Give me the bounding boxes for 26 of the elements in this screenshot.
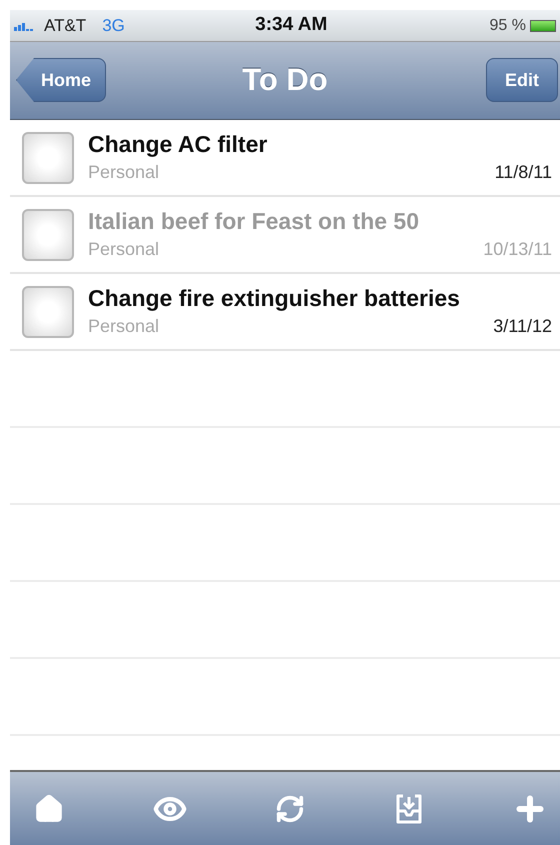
tray-download-icon (394, 792, 424, 824)
task-category: Personal (88, 315, 160, 338)
edit-button[interactable]: Edit (486, 58, 558, 102)
task-date: 3/11/12 (493, 315, 552, 338)
screen-title: To Do (242, 61, 328, 100)
task-checkbox[interactable] (22, 208, 74, 260)
task-checkbox[interactable] (22, 132, 74, 184)
task-category: Personal (88, 238, 160, 261)
task-category: Personal (88, 161, 160, 184)
task-row[interactable]: Change AC filter Personal 11/8/11 (10, 120, 560, 197)
task-row[interactable]: Change fire extinguisher batteries Personal 3/11/12 (10, 274, 560, 351)
carrier-name: AT&T (44, 14, 86, 37)
battery-percent: 95 % (490, 16, 526, 36)
task-date: 10/13/11 (483, 238, 552, 261)
home-icon[interactable] (34, 794, 64, 824)
refresh-icon[interactable] (275, 794, 305, 824)
back-button[interactable]: Home (16, 58, 106, 102)
network-type: 3G (102, 14, 125, 37)
task-row[interactable]: Italian beef for Feast on the 50 Personal 10/13/11 (10, 197, 560, 274)
clock: 3:34 AM (255, 13, 328, 38)
task-title: Italian beef for Feast on the 50 (88, 207, 420, 236)
task-date: 11/8/11 (494, 161, 552, 184)
battery-icon (530, 20, 556, 32)
task-checkbox[interactable] (22, 286, 74, 338)
task-title: Change fire extinguisher batteries (88, 284, 461, 313)
task-title: Change AC filter (88, 130, 268, 159)
